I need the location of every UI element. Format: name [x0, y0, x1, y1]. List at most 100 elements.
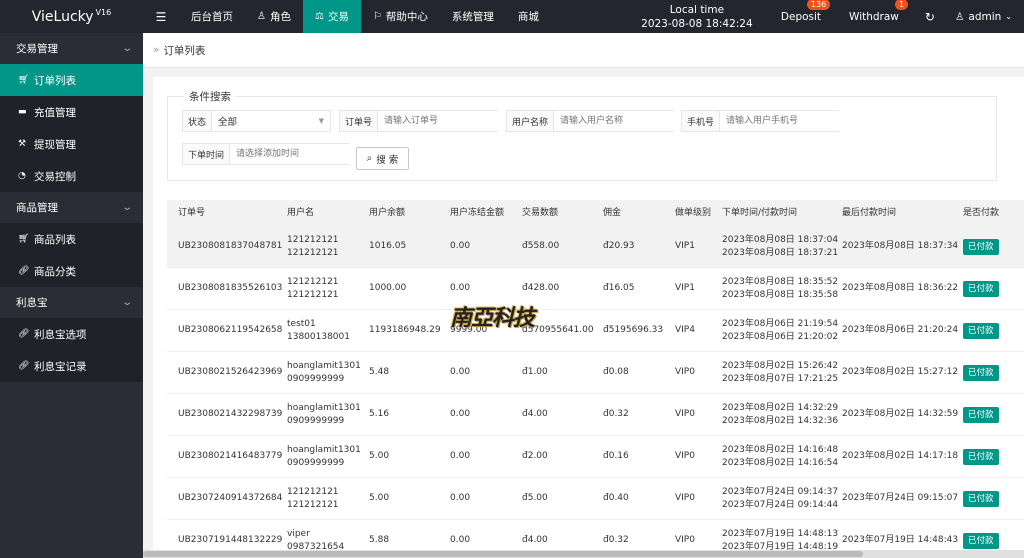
cell-order-time: 2023年08月08日 18:35:52: [722, 276, 839, 287]
app-version: V16: [95, 8, 112, 17]
table-row[interactable]: UB2308081835526103 121212121 121212121 1000…: [167, 268, 1024, 310]
cell-username: hoanglamit1301 0909999999: [276, 444, 361, 470]
cell-order-time: 2023年08月02日 14:32:29: [722, 402, 839, 413]
cell-level: VIP0: [675, 367, 695, 377]
status-select[interactable]: 状态 全部 ▼: [182, 110, 331, 132]
withdraw-button[interactable]: Withdraw 1: [835, 0, 913, 33]
paid-status-badge[interactable]: 已付款: [963, 490, 999, 507]
nav-shop[interactable]: 商城: [506, 0, 551, 33]
sidebar-item-withdraw[interactable]: ⚒ 提现管理: [0, 128, 143, 160]
app-logo[interactable]: VieLucky V16: [0, 0, 143, 33]
sidebar-group-goods[interactable]: 商品管理 ⌄: [0, 192, 143, 223]
cell-pay-time: 2023年08月08日 18:35:58: [722, 289, 839, 300]
cell-username-name: 121212121: [287, 486, 339, 497]
cell-username: hoanglamit1301 0909999999: [276, 402, 361, 428]
sidebar-item-goods-list[interactable]: 🛒︎ 商品列表: [0, 223, 143, 255]
table-row[interactable]: UB2307240914372684 121212121 121212121 5.00…: [167, 478, 1024, 520]
sidebar-group-interest[interactable]: 利息宝 ⌄: [0, 287, 143, 318]
cell-username-name: test01: [287, 318, 316, 329]
user-menu[interactable]: ♙ admin ⌄: [947, 0, 1024, 33]
username-input[interactable]: [554, 111, 687, 131]
username-label: 用户名称: [507, 111, 555, 131]
column-header[interactable]: 用户余额: [358, 207, 439, 220]
sidebar-item-label: 提现管理: [34, 138, 76, 151]
cell-frozen: 0.00: [450, 367, 471, 377]
cell-level: VIP1: [675, 241, 695, 251]
table-row[interactable]: UB2308021416483779 hoanglamit1301 09099999…: [167, 436, 1024, 478]
cell-balance: 5.88: [369, 535, 390, 545]
cell-username-name: hoanglamit1301: [287, 360, 361, 371]
user-name: admin: [968, 10, 1002, 23]
cell-last-pay-time: 2023年08月06日 21:20:24: [842, 325, 959, 335]
table-row[interactable]: UB2308021432298739 hoanglamit1301 09099999…: [167, 394, 1024, 436]
sidebar-item-interest-records[interactable]: 🔗︎ 利息宝记录: [0, 350, 143, 382]
sidebar-group-label: 利息宝: [16, 297, 48, 309]
table-row[interactable]: UB2308081837048781 121212121 121212121 1016…: [167, 226, 1024, 268]
nav-dashboard[interactable]: 后台首页: [179, 0, 245, 33]
dashboard-icon: ◔: [18, 171, 26, 181]
user-icon: ♙: [954, 10, 965, 23]
nav-system[interactable]: 系统管理: [440, 0, 506, 33]
nav-trade[interactable]: ⚖ 交易: [302, 0, 361, 33]
column-header[interactable]: 订单号: [167, 207, 276, 220]
chevron-up-icon: ⌄: [120, 43, 133, 54]
chevron-down-icon: ⌄: [1005, 12, 1012, 21]
horizontal-scrollbar[interactable]: [143, 550, 1024, 558]
nav-roles[interactable]: ♙ 角色: [245, 0, 303, 33]
deposit-button[interactable]: Deposit 136: [767, 0, 835, 33]
column-header[interactable]: 做单级别: [664, 207, 711, 220]
paid-status-badge[interactable]: 已付款: [963, 238, 999, 255]
sidebar-item-trade-control[interactable]: ◔ 交易控制: [0, 160, 143, 192]
nav-system-label: 系统管理: [451, 11, 494, 23]
withdraw-badge: 1: [895, 0, 909, 10]
menu-toggle-icon[interactable]: ☰: [143, 0, 179, 33]
paid-status-badge[interactable]: 已付款: [963, 406, 999, 423]
paid-status-badge[interactable]: 已付款: [963, 280, 999, 297]
watermark-logo: 南亞科技: [444, 296, 540, 336]
order-time-input[interactable]: [230, 144, 363, 164]
column-header[interactable]: 是否付款: [952, 207, 1024, 220]
table-header: 订单号 用户名 用户余额 用户冻结金额 交易数额 佣金 做单级别 下单时间/付款…: [167, 200, 1024, 226]
cell-last-pay-time: 2023年08月02日 14:32:59: [842, 409, 959, 419]
column-header[interactable]: 用户名: [276, 207, 358, 220]
scrollbar-thumb[interactable]: [143, 551, 863, 557]
nav-help[interactable]: ⚐ 帮助中心: [361, 0, 440, 33]
cell-times: 2023年08月08日 18:35:52 2023年08月08日 18:35:58: [711, 276, 839, 302]
table-row[interactable]: UB2308021526423969 hoanglamit1301 09099999…: [167, 352, 1024, 394]
cell-amount: đ428.00: [522, 283, 560, 293]
deposit-badge: 136: [806, 0, 831, 10]
sidebar-item-order-list[interactable]: 🛒︎ 订单列表: [0, 64, 143, 96]
chevron-up-icon: ⌄: [120, 297, 133, 308]
column-header[interactable]: 下单时间/付款时间: [711, 207, 831, 220]
sidebar-item-goods-category[interactable]: 🔗︎ 商品分类: [0, 255, 143, 287]
column-header[interactable]: 佣金: [592, 207, 664, 220]
table-row[interactable]: UB2308062119542658 test01 13800138001 11931…: [167, 310, 1024, 352]
cell-username: 121212121 121212121: [276, 276, 358, 302]
order-number-input[interactable]: [378, 111, 511, 131]
cell-username-phone: 0909999999: [287, 373, 345, 384]
cell-times: 2023年08月02日 14:16:48 2023年08月02日 14:16:54: [711, 444, 838, 470]
sidebar-item-recharge[interactable]: ▬ 充值管理: [0, 96, 143, 128]
paid-status-badge[interactable]: 已付款: [963, 448, 999, 465]
paid-status-badge[interactable]: 已付款: [963, 322, 999, 339]
main-content: » 订单列表 条件搜索 状态 全部▼ 订单号 用户名称 手机号 下单时: [143, 33, 1024, 558]
sidebar-group-trade[interactable]: 交易管理 ⌄: [0, 33, 143, 64]
paid-status-badge[interactable]: 已付款: [963, 364, 999, 381]
search-button[interactable]: ⌕ 搜 索: [356, 147, 409, 170]
column-header[interactable]: 最后付款时间: [831, 207, 952, 220]
double-chevron-right-icon: »: [153, 44, 160, 56]
cell-commission: đ0.08: [603, 367, 629, 377]
sidebar-item-interest-options[interactable]: 🔗︎ 利息宝选项: [0, 318, 143, 350]
column-header[interactable]: 用户冻结金额: [439, 207, 511, 220]
refresh-icon[interactable]: ↻: [913, 0, 947, 33]
top-nav: ☰ 后台首页 ♙ 角色 ⚖ 交易 ⚐ 帮助中心 系统管理 商城: [143, 0, 551, 33]
cell-paid: 已付款: [952, 490, 1024, 507]
paid-status-badge[interactable]: 已付款: [963, 532, 999, 549]
column-header[interactable]: 交易数额: [511, 207, 592, 220]
flag-icon: ⚐: [372, 11, 382, 22]
cell-amount: đ4.00: [522, 409, 548, 419]
status-select-value[interactable]: 全部 ▼: [212, 111, 330, 131]
status-label: 状态: [183, 111, 213, 131]
phone-input[interactable]: [720, 111, 853, 131]
cell-last-pay-time: 2023年08月08日 18:37:34: [842, 241, 959, 251]
